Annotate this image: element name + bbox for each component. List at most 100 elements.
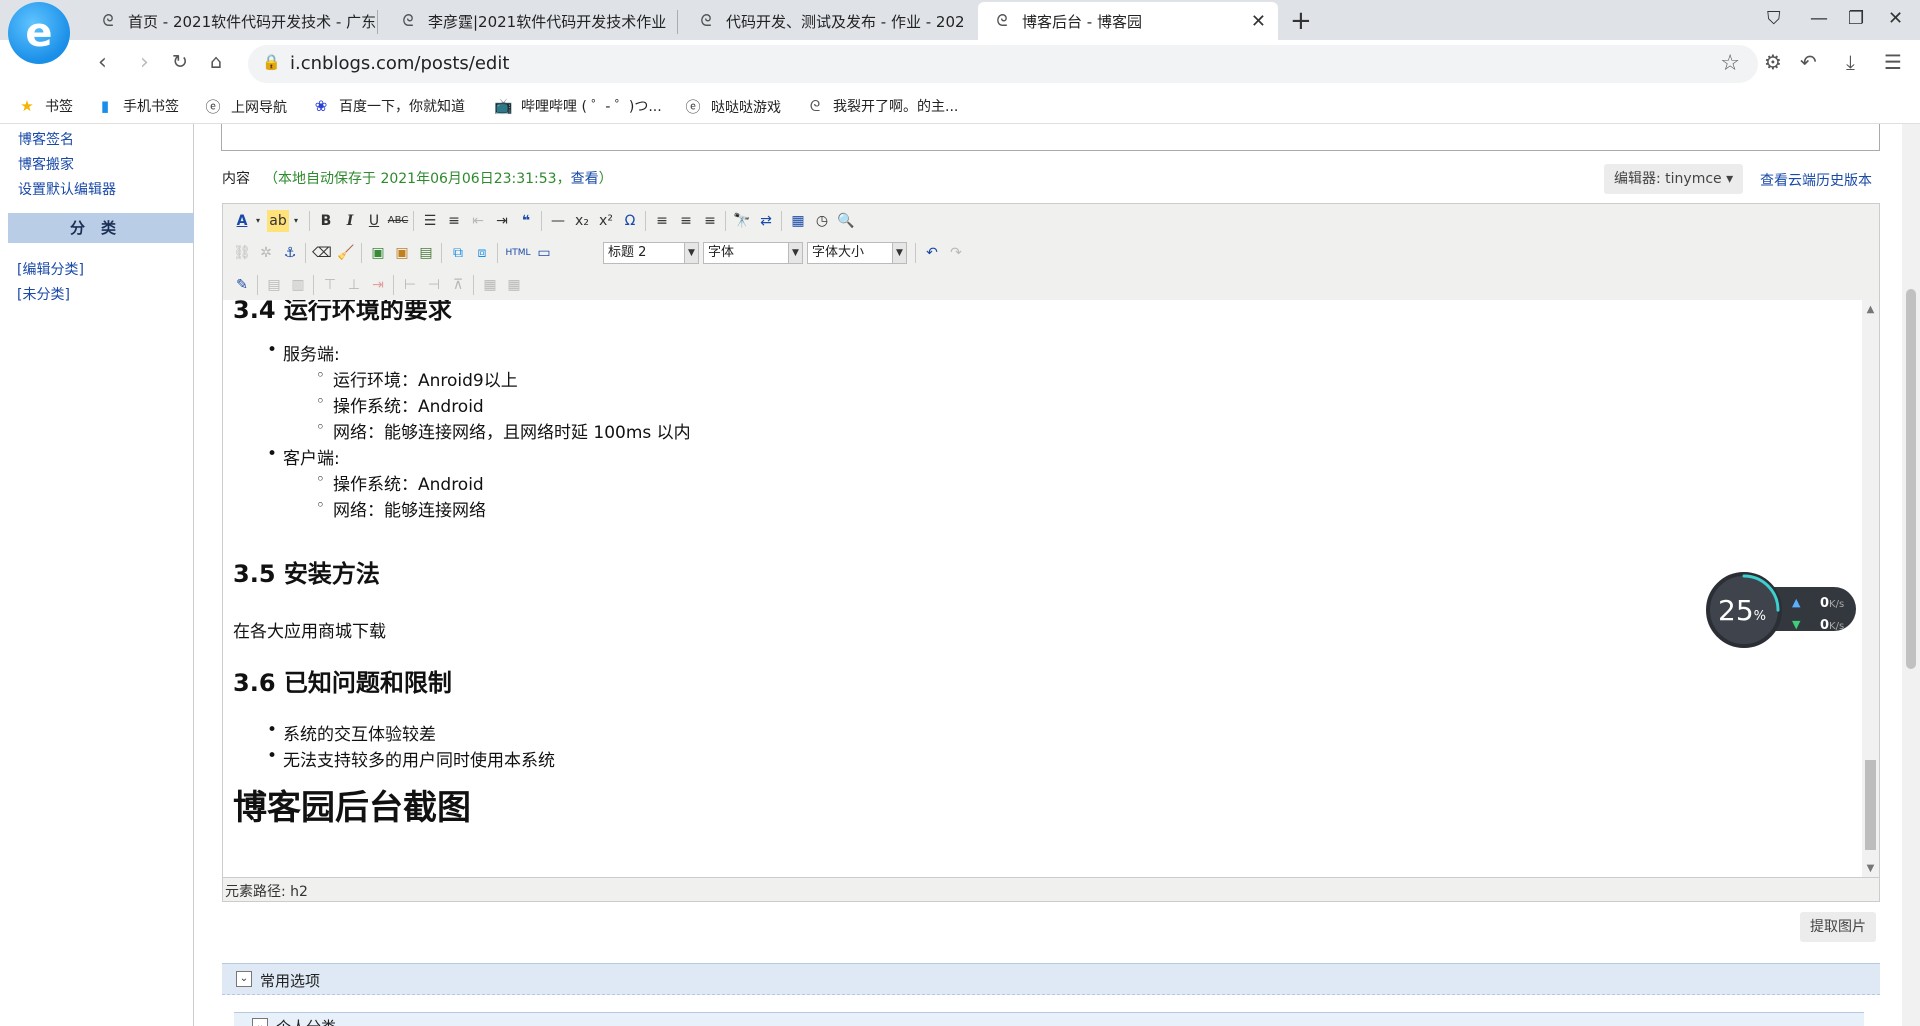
undo-icon[interactable]: ↶ bbox=[921, 242, 943, 264]
find-icon[interactable]: 🔭 bbox=[731, 210, 753, 232]
italic-icon[interactable]: I bbox=[339, 210, 361, 232]
insert-row-before-icon[interactable]: ⊤ bbox=[319, 274, 341, 296]
tab-blog-admin[interactable]: ᘓ 博客后台 - 博客园 ✕ bbox=[978, 2, 1278, 40]
download-icon[interactable]: ⤓ bbox=[1846, 50, 1855, 74]
page-scroll-thumb[interactable] bbox=[1906, 289, 1916, 669]
network-speed-widget[interactable]: 25% ▲ 0K/s ▼ 0K/s bbox=[1706, 572, 1856, 648]
delete-row-icon[interactable]: ⇥ bbox=[367, 274, 389, 296]
insert-time-icon[interactable]: ◷ bbox=[811, 210, 833, 232]
align-left-icon[interactable]: ≡ bbox=[651, 210, 673, 232]
menu-icon[interactable]: ☰ bbox=[1884, 50, 1902, 74]
insert-row-after-icon[interactable]: ⊥ bbox=[343, 274, 365, 296]
minimize-icon[interactable]: — bbox=[1810, 8, 1828, 29]
heading-select[interactable]: 标题 2 ▼ bbox=[603, 242, 699, 264]
underline-icon[interactable]: U bbox=[363, 210, 385, 232]
subscript-icon[interactable]: x₂ bbox=[571, 210, 593, 232]
close-tab-icon[interactable]: ✕ bbox=[1251, 11, 1266, 32]
anchor-icon[interactable]: ⚓ bbox=[279, 242, 301, 264]
media-icon[interactable]: ▤ bbox=[415, 242, 437, 264]
insert-date-icon[interactable]: ▦ bbox=[787, 210, 809, 232]
extract-images-button[interactable]: 提取图片 bbox=[1800, 912, 1876, 942]
blockquote-icon[interactable]: ❝ bbox=[515, 210, 537, 232]
bookmark-item[interactable]: ★ 书签 bbox=[18, 96, 73, 116]
delete-col-icon[interactable]: ⊼ bbox=[447, 274, 469, 296]
horizontal-rule-icon[interactable]: — bbox=[547, 210, 569, 232]
sidebar-link-migrate[interactable]: 博客搬家 bbox=[18, 154, 74, 174]
bookmark-item[interactable]: ᘓ 我裂开了啊。的主... bbox=[806, 96, 959, 116]
new-tab-icon[interactable]: + bbox=[1290, 6, 1312, 36]
insert-code-icon[interactable]: ⧉ bbox=[447, 242, 469, 264]
align-center-icon[interactable]: ≡ bbox=[675, 210, 697, 232]
replace-icon[interactable]: ⇄ bbox=[755, 210, 777, 232]
eraser-icon[interactable]: ⌫ bbox=[311, 242, 333, 264]
bookmark-item[interactable]: ⓔ 上网导航 bbox=[204, 96, 287, 117]
bookmark-star-icon[interactable]: ☆ bbox=[1720, 51, 1740, 76]
url-text[interactable]: i.cnblogs.com/posts/edit bbox=[290, 53, 509, 74]
home-icon[interactable]: ⌂ bbox=[210, 51, 222, 73]
autosave-view-link[interactable]: 查看 bbox=[571, 171, 599, 187]
shirt-skin-icon[interactable]: ⛉ bbox=[1767, 8, 1781, 29]
special-char-icon[interactable]: Ω bbox=[619, 210, 641, 232]
forward-icon[interactable]: › bbox=[140, 50, 149, 75]
bookmark-item[interactable]: ❀ 百度一下，你就知道 bbox=[312, 96, 465, 116]
align-right-icon[interactable]: ≡ bbox=[699, 210, 721, 232]
font-size-select[interactable]: 字体大小 ▼ bbox=[807, 242, 907, 264]
split-cells-icon[interactable]: ▦ bbox=[479, 274, 501, 296]
sidebar-link-default-editor[interactable]: 设置默认编辑器 bbox=[18, 179, 116, 199]
scroll-up-icon[interactable]: ▲ bbox=[1862, 304, 1879, 315]
bold-icon[interactable]: B bbox=[315, 210, 337, 232]
table-cell-props-icon[interactable]: ▥ bbox=[287, 274, 309, 296]
address-bar[interactable]: 🔒 i.cnblogs.com/posts/edit ☆ bbox=[248, 45, 1758, 83]
indent-icon[interactable]: ⇥ bbox=[491, 210, 513, 232]
highlight-caret-icon[interactable]: ▾ bbox=[285, 210, 307, 232]
bookmark-item[interactable]: ⓔ 哒哒哒游戏 bbox=[684, 96, 781, 117]
back-icon[interactable]: ‹ bbox=[98, 50, 107, 75]
upload-image-icon[interactable]: ▣ bbox=[391, 242, 413, 264]
font-select[interactable]: 字体 ▼ bbox=[703, 242, 803, 264]
scroll-down-icon[interactable]: ▼ bbox=[1862, 863, 1879, 874]
edit-icon[interactable]: ✎ bbox=[231, 274, 253, 296]
insert-col-after-icon[interactable]: ⊣ bbox=[423, 274, 445, 296]
cloud-history-link[interactable]: 查看云端历史版本 bbox=[1760, 170, 1872, 190]
restore-icon[interactable]: ❐ bbox=[1848, 8, 1864, 29]
cleanup-icon[interactable]: 🧹 bbox=[335, 242, 357, 264]
redo-icon[interactable]: ↷ bbox=[945, 242, 967, 264]
uncategorized-link[interactable]: [未分类] bbox=[17, 284, 70, 304]
image-icon[interactable]: ▣ bbox=[367, 242, 389, 264]
editor-content-area[interactable]: 3.4 运行环境的要求 服务端: 运行环境：Anroid9以上 操作系统：And… bbox=[222, 300, 1880, 878]
tab-student[interactable]: ᘓ 李彦霆|2021软件代码开发技术作业 bbox=[384, 2, 678, 40]
insert-col-before-icon[interactable]: ⊢ bbox=[399, 274, 421, 296]
editor-scrollbar[interactable]: ▲ ▼ bbox=[1862, 300, 1879, 877]
editor-switch-dropdown[interactable]: 编辑器: tinymce ▾ bbox=[1604, 164, 1744, 194]
tab-homework[interactable]: ᘓ 代码开发、测试及发布 - 作业 - 202 bbox=[682, 2, 976, 40]
collapse-toggle-icon[interactable]: ⌄ bbox=[236, 971, 252, 987]
preview-icon[interactable]: 🔍 bbox=[835, 210, 857, 232]
undo-close-icon[interactable]: ↶ bbox=[1800, 50, 1817, 74]
link-icon[interactable]: ⛓ bbox=[231, 242, 253, 264]
strikethrough-icon[interactable]: ABC bbox=[387, 210, 409, 232]
merge-cells-icon[interactable]: ▦ bbox=[503, 274, 525, 296]
extensions-icon[interactable]: ⚙ bbox=[1764, 50, 1782, 74]
table-row-props-icon[interactable]: ▤ bbox=[263, 274, 285, 296]
font-color-caret-icon[interactable]: ▾ bbox=[247, 210, 269, 232]
superscript-icon[interactable]: x² bbox=[595, 210, 617, 232]
numbered-list-icon[interactable]: ≡ bbox=[443, 210, 465, 232]
html-source-icon[interactable]: HTML bbox=[503, 242, 533, 264]
page-scrollbar[interactable] bbox=[1902, 124, 1920, 1026]
collapse-toggle-icon[interactable]: ⌄ bbox=[252, 1018, 268, 1026]
reload-icon[interactable]: ↻ bbox=[172, 51, 188, 73]
bookmark-item[interactable]: ▮ 手机书签 bbox=[96, 96, 179, 116]
fullscreen-icon[interactable]: ▭ bbox=[533, 242, 555, 264]
browser-logo-icon[interactable]: e bbox=[8, 2, 70, 64]
code-block-icon[interactable]: ⧈ bbox=[471, 242, 493, 264]
edit-category-link[interactable]: [编辑分类] bbox=[17, 259, 84, 279]
sidebar-link-signature[interactable]: 博客签名 bbox=[18, 129, 74, 149]
bookmark-item[interactable]: 📺 哔哩哔哩 ( ゜- ゜)つ... bbox=[494, 96, 662, 116]
editor-scroll-thumb[interactable] bbox=[1865, 760, 1876, 850]
post-title-input[interactable] bbox=[221, 124, 1880, 151]
outdent-icon[interactable]: ⇤ bbox=[467, 210, 489, 232]
bullet-list-icon[interactable]: ☰ bbox=[419, 210, 441, 232]
close-window-icon[interactable]: ✕ bbox=[1888, 8, 1903, 29]
personal-category-section[interactable]: ⌄ 个人分类 bbox=[234, 1012, 1864, 1026]
tab-home[interactable]: ᘓ 首页 - 2021软件代码开发技术 - 广东 bbox=[84, 2, 378, 40]
